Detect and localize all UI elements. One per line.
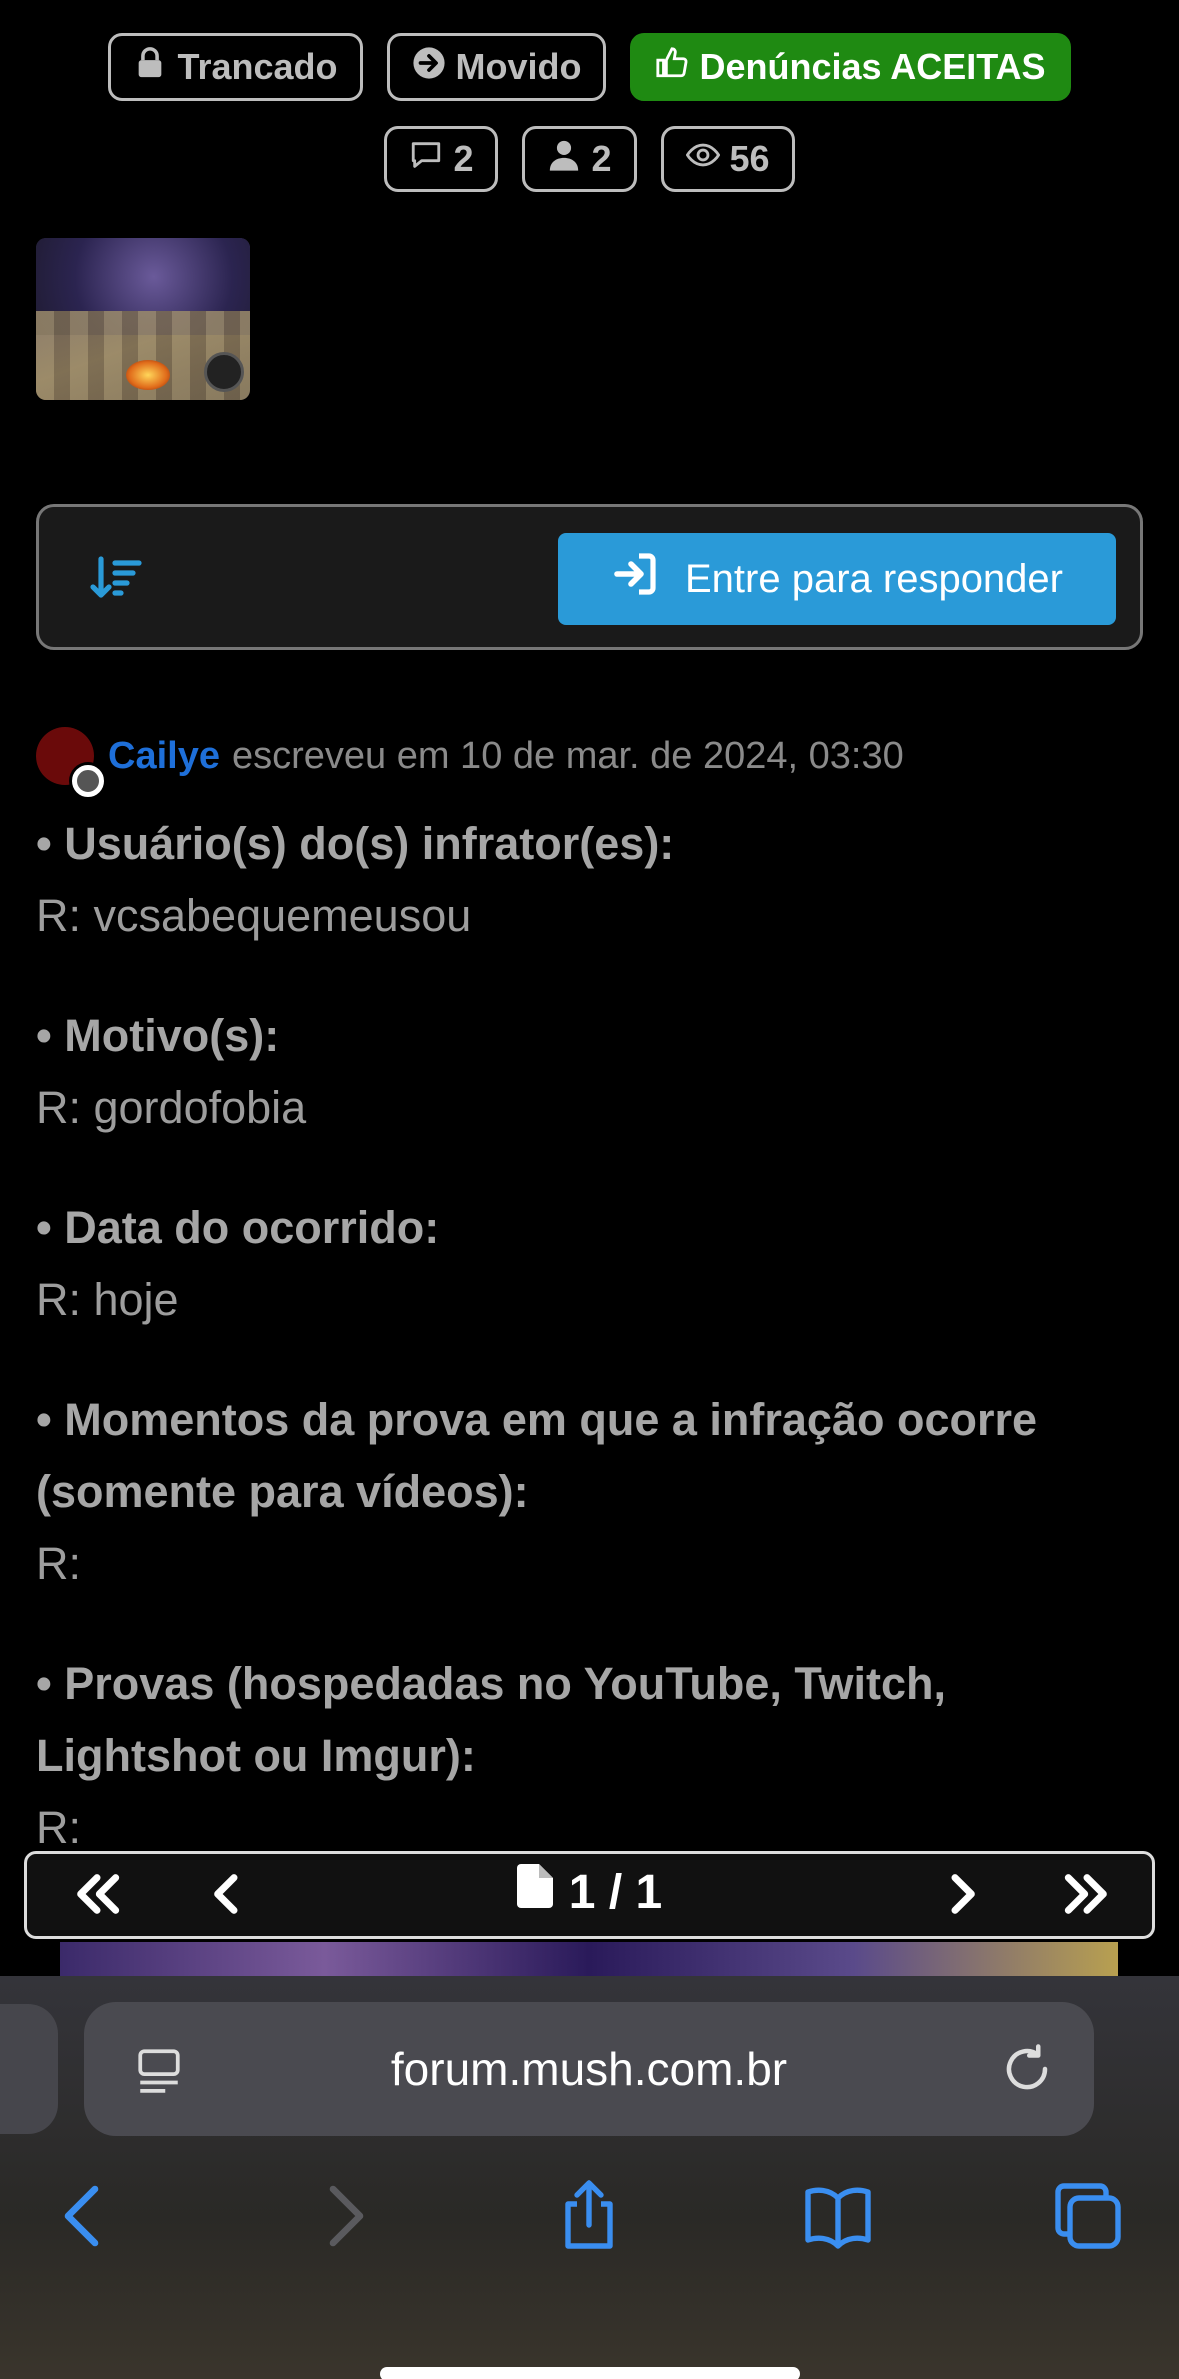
field-question: • Momentos da prova em que a infração oc…: [36, 1394, 1038, 1517]
tabs-button[interactable]: [1050, 2180, 1126, 2256]
forward-arrow-icon: [306, 2180, 378, 2257]
author-link[interactable]: Cailye: [108, 735, 220, 778]
page-indicator-label: 1 / 1: [568, 1865, 663, 1919]
sort-icon[interactable]: [89, 551, 145, 607]
pagination-bar: 1 / 1: [24, 1851, 1155, 1939]
field-answer: R:: [36, 1538, 81, 1589]
replies-value: 2: [453, 138, 474, 179]
field-question: • Usuário(s) do(s) infrator(es):: [36, 818, 675, 869]
share-button[interactable]: [551, 2179, 627, 2257]
next-page-button[interactable]: [932, 1868, 992, 1924]
user-icon: [547, 138, 581, 181]
participants-value: 2: [591, 138, 612, 179]
topic-action-bar: Entre para responder: [36, 504, 1143, 650]
field-answer: R: vcsabequemeusou: [36, 890, 472, 941]
thumbs-up-icon: [655, 46, 689, 89]
replies-count: 2: [384, 126, 499, 192]
status-dot-icon: [72, 765, 104, 797]
field-answer: R: hoje: [36, 1274, 179, 1325]
views-count: 56: [660, 126, 795, 192]
bookmarks-button[interactable]: [800, 2180, 876, 2256]
previous-tab-preview[interactable]: [0, 2004, 58, 2134]
back-button[interactable]: [48, 2180, 124, 2256]
back-arrow-icon: [50, 2180, 122, 2257]
forward-button[interactable]: [304, 2180, 380, 2256]
eye-icon: [685, 138, 720, 181]
locked-label: Trancado: [177, 46, 338, 87]
field-answer: R: gordofobia: [36, 1082, 307, 1133]
field-question: • Data do ocorrido:: [36, 1202, 440, 1253]
book-icon: [802, 2180, 874, 2257]
post-field: • Data do ocorrido: R: hoje: [36, 1192, 1146, 1336]
chevron-right-icon: [934, 1866, 990, 1927]
topic-thumbnail[interactable]: [36, 238, 250, 400]
reader-mode-icon[interactable]: [134, 2044, 184, 2096]
post-header: Cailye escreveu em 10 de mar. de 2024, 0…: [36, 724, 904, 797]
browser-chrome: forum.mush.com.br: [0, 1976, 1179, 2379]
participants-count: 2: [522, 126, 637, 192]
sign-in-icon: [611, 550, 659, 608]
status-badge[interactable]: Denúncias ACEITAS: [630, 33, 1071, 101]
post-field: • Motivo(s): R: gordofobia: [36, 1000, 1146, 1144]
topic-badges: Trancado Movido Denúncias ACEITAS: [0, 33, 1179, 101]
field-question: • Provas (hospedadas no YouTube, Twitch,…: [36, 1658, 947, 1781]
avatar[interactable]: [36, 727, 104, 797]
status-label: Denúncias ACEITAS: [699, 46, 1046, 87]
tabs-icon: [1052, 2180, 1124, 2257]
comment-icon: [409, 138, 443, 181]
locked-badge: Trancado: [108, 33, 363, 101]
field-question: • Motivo(s):: [36, 1010, 280, 1061]
post-field: • Momentos da prova em que a infração oc…: [36, 1384, 1146, 1600]
reply-label: Entre para responder: [684, 556, 1063, 601]
moved-badge: Movido: [386, 33, 607, 101]
share-icon: [553, 2179, 625, 2257]
lock-icon: [133, 46, 167, 89]
post-timestamp: escreveu em 10 de mar. de 2024, 03:30: [231, 734, 904, 777]
last-page-button[interactable]: [1047, 1868, 1127, 1924]
arrow-right-circle-icon: [412, 46, 446, 89]
url-text[interactable]: forum.mush.com.br: [84, 2042, 1094, 2096]
address-bar[interactable]: forum.mush.com.br: [84, 2002, 1094, 2136]
post-field: • Usuário(s) do(s) infrator(es): R: vcsa…: [36, 808, 1146, 952]
reload-icon[interactable]: [1000, 2042, 1054, 2096]
views-value: 56: [729, 138, 770, 179]
post-content: • Usuário(s) do(s) infrator(es): R: vcsa…: [36, 808, 1146, 1912]
login-to-reply-button[interactable]: Entre para responder: [558, 533, 1116, 625]
home-indicator[interactable]: [380, 2367, 800, 2379]
post-field: • Provas (hospedadas no YouTube, Twitch,…: [36, 1648, 1146, 1864]
double-chevron-right-icon: [1059, 1866, 1115, 1927]
moved-label: Movido: [455, 46, 582, 87]
topic-stats: 2 2 56: [0, 126, 1179, 192]
file-icon: [516, 1864, 553, 1920]
